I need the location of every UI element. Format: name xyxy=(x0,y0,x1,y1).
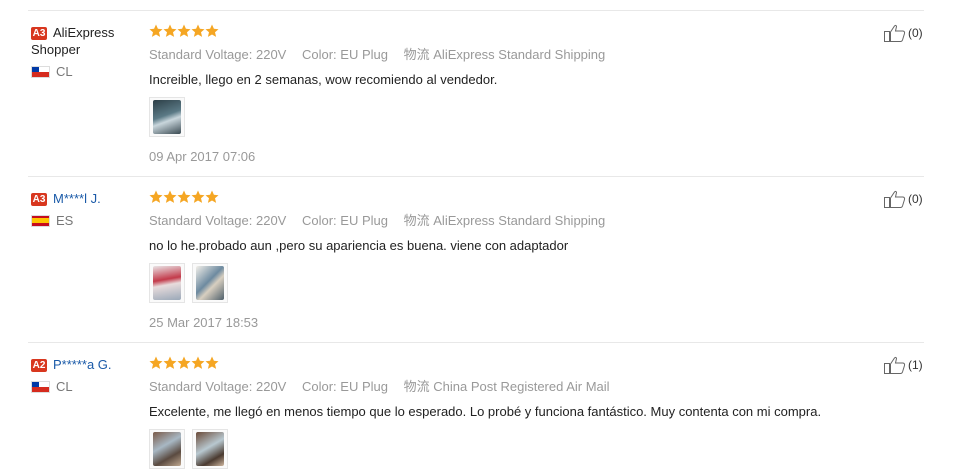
helpful-button[interactable]: (0) xyxy=(884,24,923,42)
rating-stars xyxy=(149,190,849,206)
thumbs-up-icon xyxy=(884,24,906,42)
star-icon xyxy=(191,190,205,203)
star-icon xyxy=(149,24,163,37)
helpful-count: (0) xyxy=(908,192,923,206)
review-date: 25 Mar 2017 18:53 xyxy=(149,315,259,330)
review-photos xyxy=(149,263,849,303)
shipping-value: AliExpress Standard Shipping xyxy=(433,47,606,62)
reviewer-country: CL xyxy=(31,379,141,394)
star-icon xyxy=(149,190,163,203)
shipping-value: China Post Registered Air Mail xyxy=(433,379,610,394)
review-photos xyxy=(149,97,849,137)
thumbs-up-icon xyxy=(884,356,906,374)
reviewer-country: CL xyxy=(31,64,141,79)
star-icon xyxy=(177,356,191,369)
chile-flag-icon xyxy=(31,380,50,393)
product-attributes: Standard Voltage: 220V Color: EU Plug 物流… xyxy=(149,47,606,62)
review-photo-thumbnail[interactable] xyxy=(149,97,185,137)
review-body: Standard Voltage: 220V Color: EU Plug 物流… xyxy=(149,356,849,469)
star-icon xyxy=(191,24,205,37)
reviewer-info: A3 AliExpress Shopper CL xyxy=(31,24,141,79)
color-value: EU Plug xyxy=(340,379,388,394)
thumbs-up-icon xyxy=(884,190,906,208)
star-icon xyxy=(149,356,163,369)
star-icon xyxy=(205,190,219,203)
reviewer-info: A3 M****l J. ES xyxy=(31,190,141,228)
reviewer-info: A2 P*****a G. CL xyxy=(31,356,141,394)
helpful-button[interactable]: (0) xyxy=(884,190,923,208)
review-text: Increible, llego en 2 semanas, wow recom… xyxy=(149,72,498,87)
rating-stars xyxy=(149,356,849,372)
spain-flag-icon xyxy=(31,214,50,227)
review-photos xyxy=(149,429,849,469)
divider xyxy=(28,10,924,11)
star-icon xyxy=(163,356,177,369)
reviewer-name[interactable]: A2 P*****a G. xyxy=(31,356,141,373)
review-photo-thumbnail[interactable] xyxy=(192,263,228,303)
review-photo-thumbnail[interactable] xyxy=(192,429,228,469)
star-icon xyxy=(177,190,191,203)
color-value: EU Plug xyxy=(340,213,388,228)
voltage-value: 220V xyxy=(255,213,287,228)
buyer-level-badge: A3 xyxy=(31,193,47,206)
reviewer-name: A3 AliExpress Shopper xyxy=(31,25,115,57)
star-icon xyxy=(191,356,205,369)
reviewer-country: ES xyxy=(31,213,141,228)
helpful-count: (1) xyxy=(908,358,923,372)
review-text: no lo he.probado aun ,pero su apariencia… xyxy=(149,238,569,253)
review-body: Standard Voltage: 220V Color: EU Plug 物流… xyxy=(149,190,849,330)
star-icon xyxy=(205,24,219,37)
star-icon xyxy=(177,24,191,37)
buyer-level-badge: A3 xyxy=(31,27,47,40)
helpful-count: (0) xyxy=(908,26,923,40)
star-icon xyxy=(205,356,219,369)
voltage-value: 220V xyxy=(255,47,287,62)
divider xyxy=(28,342,924,343)
product-attributes: Standard Voltage: 220V Color: EU Plug 物流… xyxy=(149,379,610,394)
rating-stars xyxy=(149,24,849,40)
star-icon xyxy=(163,24,177,37)
shipping-value: AliExpress Standard Shipping xyxy=(433,213,606,228)
review-photo-thumbnail[interactable] xyxy=(149,263,185,303)
color-value: EU Plug xyxy=(340,47,388,62)
voltage-value: 220V xyxy=(255,379,287,394)
buyer-level-badge: A2 xyxy=(31,359,47,372)
divider xyxy=(28,176,924,177)
review-text: Excelente, me llegó en menos tiempo que … xyxy=(149,404,822,419)
product-attributes: Standard Voltage: 220V Color: EU Plug 物流… xyxy=(149,213,606,228)
review-body: Standard Voltage: 220V Color: EU Plug 物流… xyxy=(149,24,849,164)
helpful-button[interactable]: (1) xyxy=(884,356,923,374)
reviewer-name[interactable]: A3 M****l J. xyxy=(31,190,141,207)
chile-flag-icon xyxy=(31,65,50,78)
review-photo-thumbnail[interactable] xyxy=(149,429,185,469)
star-icon xyxy=(163,190,177,203)
review-date: 09 Apr 2017 07:06 xyxy=(149,149,256,164)
